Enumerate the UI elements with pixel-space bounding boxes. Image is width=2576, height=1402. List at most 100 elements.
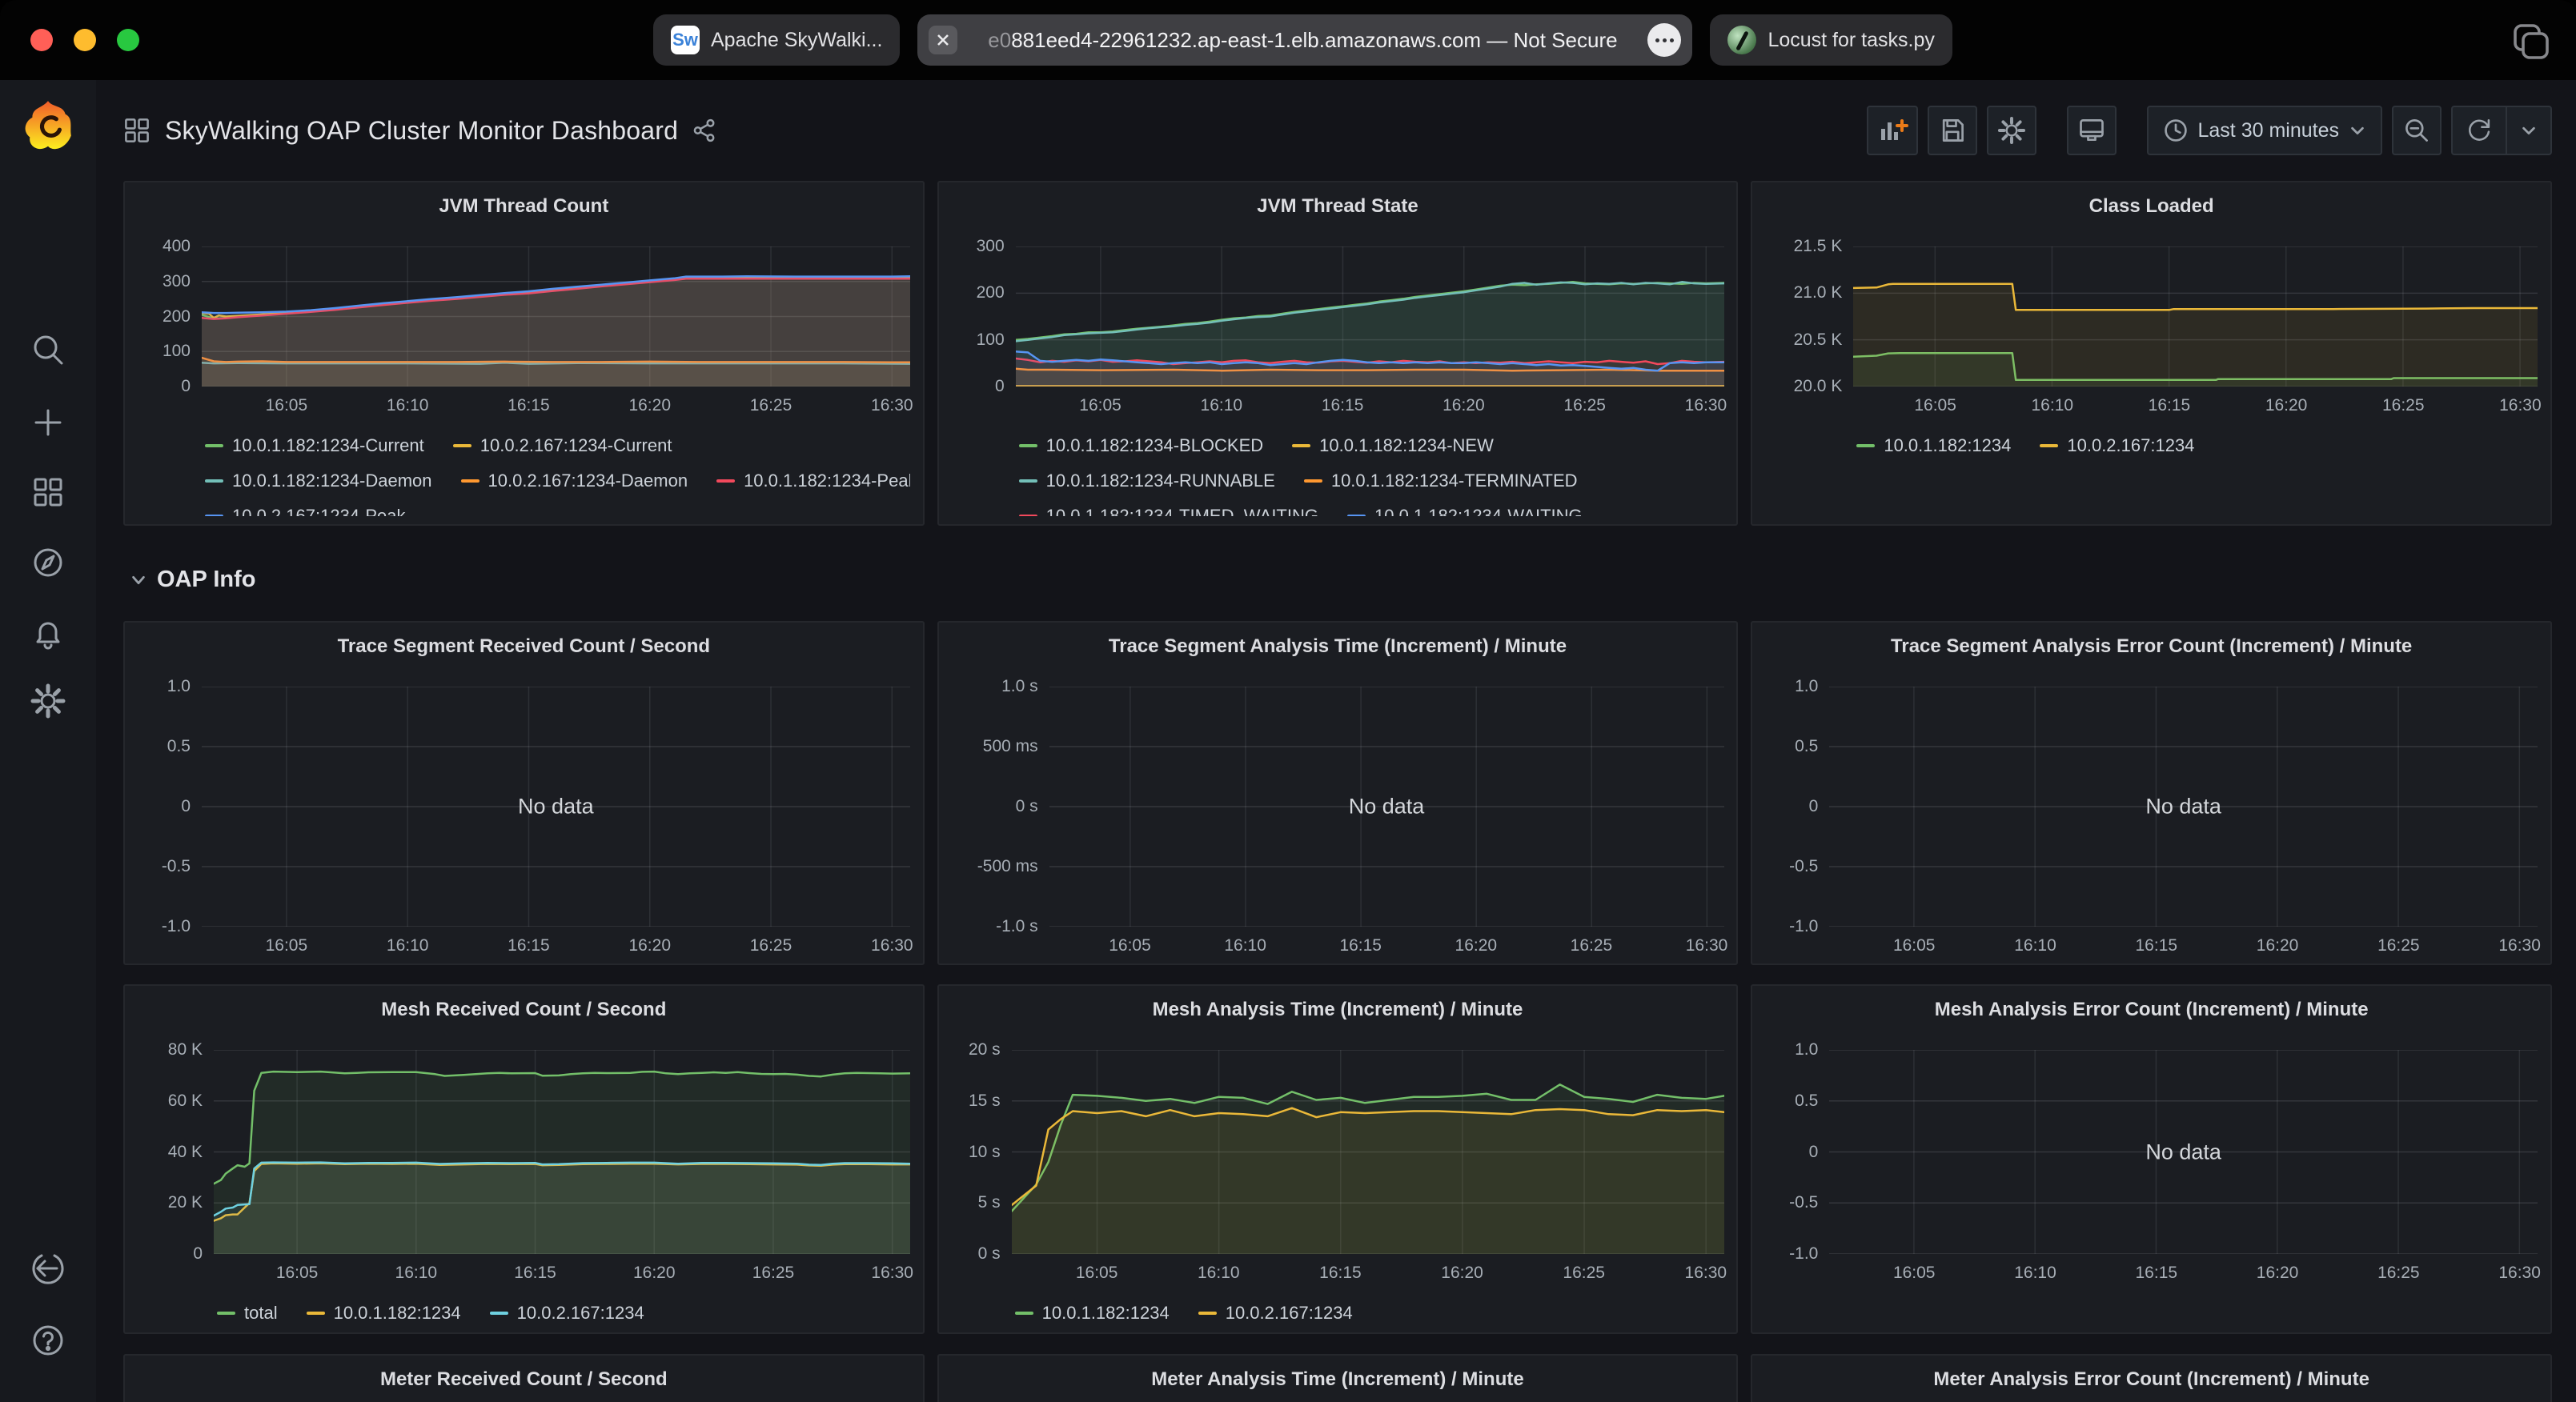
fullscreen-window-button[interactable]	[117, 29, 139, 51]
create-plus-icon[interactable]	[0, 404, 96, 441]
section-title: OAP Info	[157, 567, 256, 593]
cycle-view-mode-button[interactable]	[2067, 106, 2117, 155]
time-range-picker[interactable]: Last 30 minutes	[2147, 106, 2383, 155]
legend-item[interactable]: 10.0.1.182:1234	[1856, 435, 2011, 456]
panel-mesh-analysis-time: Mesh Analysis Time (Increment) / Minute …	[937, 984, 1739, 1334]
panel-title[interactable]: Mesh Received Count / Second	[138, 994, 910, 1027]
legend-item[interactable]: 10.0.1.182:1234-Peak	[716, 471, 910, 491]
grafana-logo[interactable]	[0, 99, 96, 152]
y-tick-label: 1.0	[167, 677, 191, 696]
legend-color-marker	[1856, 444, 1875, 447]
panel-title[interactable]: JVM Thread Count	[138, 190, 910, 224]
grafana-app: SkyWalking OAP Cluster Monitor Dashboard	[0, 80, 2576, 1402]
chart-canvas	[214, 1050, 910, 1254]
panel-title[interactable]: JVM Thread State	[952, 190, 1724, 224]
x-tick-label: 16:30	[1685, 1264, 1727, 1283]
legend-item[interactable]: 10.0.1.182:1234-BLOCKED	[1019, 435, 1264, 456]
plot-area[interactable]	[1012, 1050, 1724, 1254]
legend-color-marker	[453, 444, 471, 447]
legend-item[interactable]: 10.0.1.182:1234	[307, 1303, 461, 1324]
legend-item[interactable]: 10.0.1.182:1234-Daemon	[205, 471, 432, 491]
panel-title[interactable]: Trace Segment Analysis Time (Increment) …	[952, 631, 1724, 664]
x-tick-label: 16:05	[1079, 396, 1121, 415]
legend-item[interactable]: 10.0.1.182:1234-NEW	[1292, 435, 1494, 456]
plot-area[interactable]	[1853, 246, 2538, 387]
legend-item[interactable]: 10.0.1.182:1234	[1015, 1303, 1170, 1324]
close-window-button[interactable]	[30, 29, 53, 51]
legend-color-marker	[1019, 515, 1037, 516]
alerting-bell-icon[interactable]	[0, 615, 96, 651]
sign-in-icon[interactable]	[0, 1250, 96, 1287]
y-tick-label: 100	[977, 330, 1005, 350]
refresh-interval-dropdown[interactable]	[2507, 107, 2550, 154]
minimize-window-button[interactable]	[74, 29, 96, 51]
x-tick-label: 16:05	[1914, 396, 1956, 415]
legend-item[interactable]: 10.0.2.167:1234	[1198, 1303, 1353, 1324]
legend-item[interactable]: 10.0.2.167:1234-Peak	[205, 506, 406, 516]
x-tick-label: 16:10	[2014, 936, 2056, 955]
dashboard-toolbar: Last 30 minutes	[1867, 106, 2553, 155]
legend-item[interactable]: 10.0.1.182:1234-RUNNABLE	[1019, 471, 1275, 491]
plot-area[interactable]	[202, 246, 910, 387]
dashboard-settings-button[interactable]	[1987, 106, 2036, 155]
panel-mesh-analysis-error: Mesh Analysis Error Count (Increment) / …	[1751, 984, 2552, 1334]
explore-compass-icon[interactable]	[0, 544, 96, 581]
legend-item[interactable]: 10.0.2.167:1234-Current	[453, 435, 672, 456]
legend-item[interactable]: 10.0.1.182:1234-TERMINATED	[1304, 471, 1578, 491]
panel-title[interactable]: Mesh Analysis Time (Increment) / Minute	[952, 994, 1724, 1027]
legend-item[interactable]: 10.0.2.167:1234	[490, 1303, 644, 1324]
legend-item[interactable]: 10.0.2.167:1234-Daemon	[461, 471, 688, 491]
panel-title[interactable]: Trace Segment Received Count / Second	[138, 631, 910, 664]
legend-label: 10.0.1.182:1234	[334, 1303, 461, 1324]
legend-item[interactable]: 10.0.2.167:1234	[2040, 435, 2194, 456]
panel-title[interactable]: Meter Analysis Time (Increment) / Minute	[952, 1364, 1724, 1397]
panel-jvm-thread-count: JVM Thread Count 4003002001000 16:0516:1…	[123, 181, 925, 526]
refresh-dashboard-button[interactable]	[2453, 107, 2506, 154]
page-title[interactable]: SkyWalking OAP Cluster Monitor Dashboard	[165, 116, 678, 146]
panel-title[interactable]: Mesh Analysis Error Count (Increment) / …	[1765, 994, 2538, 1027]
dashboards-icon[interactable]	[0, 474, 96, 511]
x-tick-label: 16:20	[2257, 1264, 2299, 1283]
dashboard-grid-icon[interactable]	[123, 117, 150, 144]
panel-title[interactable]: Trace Segment Analysis Error Count (Incr…	[1765, 631, 2538, 664]
legend-item[interactable]: 10.0.1.182:1234-TIMED_WAITING	[1019, 506, 1318, 516]
panel-trace-analysis-time: Trace Segment Analysis Time (Increment) …	[937, 621, 1739, 965]
legend-label: 10.0.2.167:1234-Daemon	[488, 471, 688, 491]
panel-title[interactable]: Meter Analysis Error Count (Increment) /…	[1765, 1364, 2538, 1397]
tab-locust[interactable]: Locust for tasks.py	[1710, 14, 1952, 66]
plot-area[interactable]: No data	[1829, 1050, 2538, 1254]
chevron-down-icon	[2349, 122, 2366, 139]
legend-color-marker	[217, 1312, 235, 1315]
tab-apache-skywalking[interactable]: Sw Apache SkyWalki...	[653, 14, 900, 66]
legend-label: 10.0.1.182:1234-Current	[232, 435, 424, 456]
plot-area[interactable]: No data	[1829, 687, 2538, 927]
y-tick-label: 1.0	[1795, 1040, 1818, 1060]
share-icon[interactable]	[692, 118, 716, 142]
plot-area[interactable]	[214, 1050, 910, 1254]
y-tick-label: 21.0 K	[1794, 283, 1843, 302]
tab-options-icon[interactable]	[1647, 23, 1681, 57]
legend-item[interactable]: total	[217, 1303, 278, 1324]
y-axis: 80 K60 K40 K20 K0	[138, 1050, 214, 1254]
tab-active-grafana[interactable]: e0881eed4-22961232.ap-east-1.elb.amazona…	[917, 14, 1692, 66]
help-icon[interactable]	[0, 1322, 96, 1359]
add-panel-button[interactable]	[1867, 106, 1918, 155]
search-icon[interactable]	[0, 332, 96, 369]
legend-label: 10.0.1.182:1234-Peak	[744, 471, 910, 491]
x-tick-label: 16:05	[266, 396, 308, 415]
close-tab-button[interactable]	[929, 26, 957, 54]
save-dashboard-button[interactable]	[1928, 106, 1977, 155]
row-oap-info[interactable]: OAP Info	[123, 539, 2552, 621]
panel-title[interactable]: Class Loaded	[1765, 190, 2538, 224]
zoom-out-time-button[interactable]	[2392, 106, 2442, 155]
legend-item[interactable]: 10.0.1.182:1234-WAITING	[1347, 506, 1583, 516]
y-axis: 20 s15 s10 s5 s0 s	[952, 1050, 1012, 1254]
plot-area[interactable]	[1016, 246, 1724, 387]
legend-item[interactable]: 10.0.1.182:1234-Current	[205, 435, 424, 456]
panel-title[interactable]: Meter Received Count / Second	[138, 1364, 910, 1397]
x-tick-label: 16:25	[1571, 936, 1613, 955]
plot-area[interactable]: No data	[202, 687, 910, 927]
configuration-gear-icon[interactable]	[0, 682, 96, 720]
plot-area[interactable]: No data	[1049, 687, 1724, 927]
tab-overview-icon[interactable]	[2509, 19, 2552, 62]
